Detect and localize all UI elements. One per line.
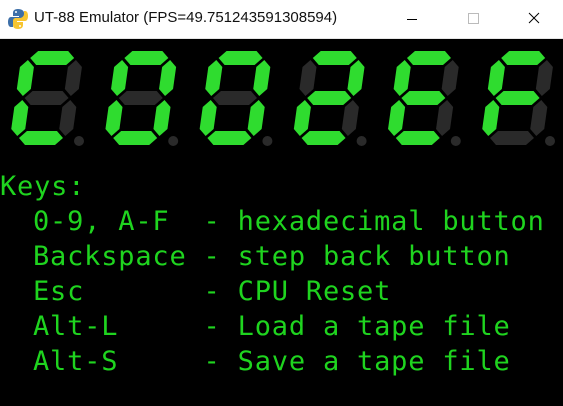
key-help-row: Esc - CPU Reset (0, 276, 391, 308)
decimal-point (545, 136, 555, 146)
key-description: hexadecimal button (237, 206, 545, 237)
segment-g (495, 91, 540, 105)
key-description: step back button (237, 241, 511, 272)
key-help-row: Alt-L - Load a tape file (0, 311, 511, 343)
segment-c (153, 100, 171, 136)
key-separator: - (186, 276, 238, 307)
window-title: UT-88 Emulator (FPS=49.751243591308594) (34, 9, 338, 26)
display-digit (199, 51, 273, 146)
decimal-point (168, 136, 179, 146)
segment-e (482, 100, 500, 136)
key-description: Save a tape file (237, 346, 511, 377)
key-name: Alt-L (33, 311, 187, 342)
segment-e (105, 100, 123, 136)
decimal-point (450, 136, 461, 146)
segment-d (301, 131, 346, 145)
segment-g (401, 91, 446, 105)
segment-g (212, 91, 257, 105)
segment-d (113, 131, 158, 145)
decimal-point (74, 136, 84, 146)
segment-a (124, 51, 169, 65)
segment-f (393, 60, 411, 96)
maximize-button[interactable] (450, 0, 496, 38)
key-description: Load a tape file (237, 311, 511, 342)
segment-c (247, 100, 265, 136)
key-separator: - (186, 311, 238, 342)
display-digit (388, 51, 461, 146)
key-help-row: 0-9, A-F - hexadecimal button (0, 206, 545, 238)
segment-f (299, 60, 317, 96)
close-button[interactable] (511, 0, 557, 38)
display-digit (105, 51, 179, 146)
segment-f (487, 60, 505, 96)
segment-d (395, 131, 440, 145)
segment-f (205, 60, 223, 96)
segment-b (64, 60, 82, 96)
segment-f (16, 60, 34, 96)
key-help-row: Alt-S - Save a tape file (0, 346, 511, 378)
title-bar[interactable]: UT-88 Emulator (FPS=49.751243591308594) (0, 0, 563, 39)
display-digit (293, 51, 367, 146)
key-separator: - (186, 346, 238, 377)
key-name: 0-9, A-F (33, 206, 187, 237)
minimize-icon (407, 19, 417, 20)
segment-a (501, 51, 546, 65)
key-help-heading: Keys: (0, 171, 86, 202)
key-name: Backspace (33, 241, 187, 272)
segment-a (406, 51, 451, 65)
segment-d (489, 131, 534, 145)
key-help-row: Backspace - step back button (0, 241, 511, 273)
segment-b (253, 60, 271, 96)
segment-b (159, 60, 177, 96)
segment-c (341, 100, 359, 136)
display-digit (482, 51, 555, 146)
decimal-point (262, 136, 273, 146)
key-separator: - (186, 206, 238, 237)
segment-e (388, 100, 406, 136)
minimize-button[interactable] (389, 0, 435, 38)
segment-b (441, 60, 459, 96)
segment-f (111, 60, 129, 96)
key-name: Alt-S (33, 346, 187, 377)
segment-c (59, 100, 77, 136)
segment-b (535, 60, 553, 96)
maximize-icon (468, 13, 479, 24)
decimal-point (356, 136, 367, 146)
key-description: CPU Reset (237, 276, 392, 307)
segment-a (218, 51, 263, 65)
close-icon (528, 12, 540, 24)
segment-g (24, 91, 69, 105)
segment-c (530, 100, 548, 136)
segment-c (436, 100, 454, 136)
segment-e (11, 100, 29, 136)
segment-e (199, 100, 217, 136)
segment-a (312, 51, 357, 65)
segment-a (30, 51, 75, 65)
segment-g (118, 91, 163, 105)
segment-d (18, 131, 63, 145)
python-icon (8, 9, 28, 29)
segment-d (207, 131, 252, 145)
seven-segment-display (11, 51, 555, 146)
display-digit (11, 51, 84, 146)
segment-e (293, 100, 311, 136)
key-separator: - (186, 241, 238, 272)
segment-g (307, 91, 352, 105)
key-name: Esc (33, 276, 187, 307)
segment-b (347, 60, 365, 96)
